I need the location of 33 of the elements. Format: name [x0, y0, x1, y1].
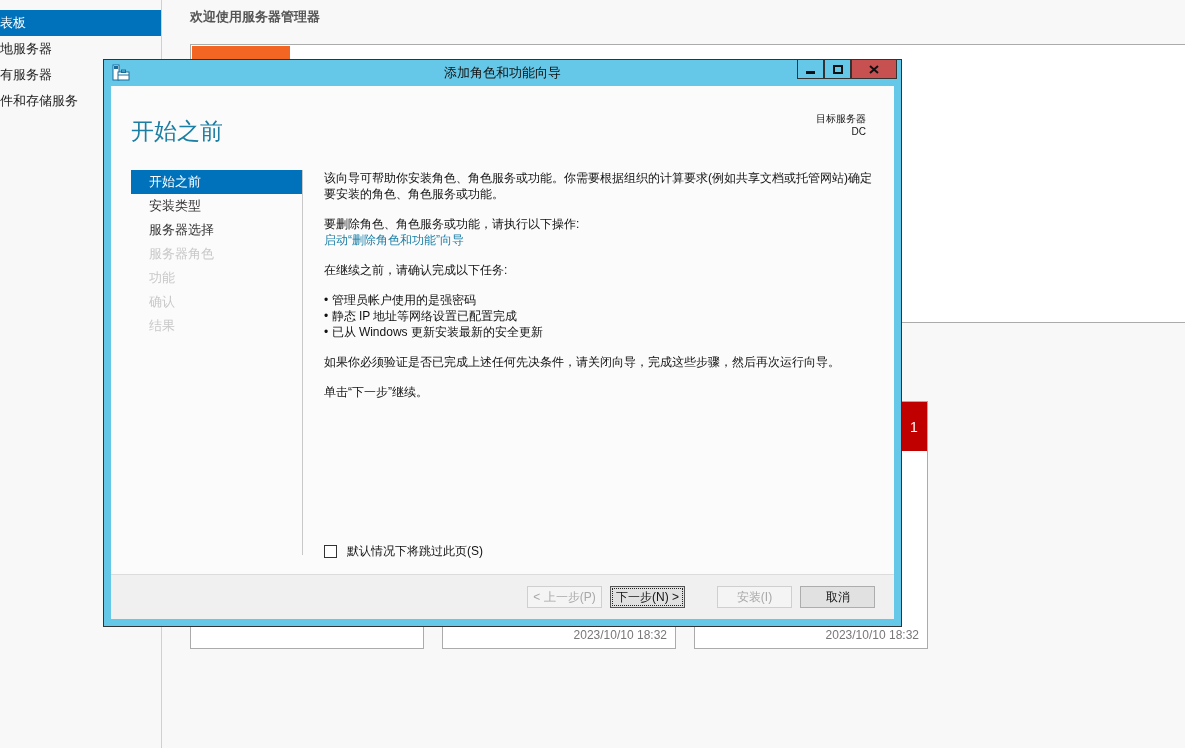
paragraph: 要删除角色、角色服务或功能，请执行以下操作:	[324, 216, 580, 232]
bullet-item: • 已从 Windows 更新安装最新的安全更新	[324, 324, 543, 340]
page-title: 欢迎使用服务器管理器	[190, 9, 320, 24]
wizard-step[interactable]: 服务器选择	[131, 218, 302, 242]
minimize-button[interactable]	[797, 60, 824, 79]
sidebar-item[interactable]: 地服务器	[0, 36, 161, 62]
page-heading: 开始之前	[131, 117, 223, 142]
wizard-button[interactable]: 取消	[800, 586, 875, 608]
alert-count-badge: 1	[901, 402, 927, 451]
paragraph: 单击“下一步”继续。	[324, 384, 428, 400]
server-briefcase-icon	[112, 64, 130, 82]
sidebar-item[interactable]: 表板	[0, 10, 161, 36]
paragraph: 如果你必须验证是否已完成上述任何先决条件，请关闭向导，完成这些步骤，然后再次运行向导。	[324, 354, 840, 370]
window-title: 添加角色和功能向导	[444, 65, 561, 80]
checkbox-label[interactable]: 默认情况下将跳过此页(S)	[347, 543, 483, 560]
minimize-icon	[806, 70, 815, 74]
target-server-label: 目标服务器	[816, 112, 866, 126]
remove-roles-link[interactable]: 启动“删除角色和功能”向导	[324, 232, 464, 248]
bullet-item: • 静态 IP 地址等网络设置已配置完成	[324, 308, 518, 324]
close-icon	[869, 64, 879, 74]
wizard-button[interactable]: 下一步(N) >	[610, 586, 685, 608]
target-server-name: DC	[850, 126, 866, 137]
paragraph: 该向导可帮助你安装角色、角色服务或功能。你需要根据组织的计算要求(例如共享文档或托管网站)确定要安装的角色、角色服务或功能。	[324, 170, 873, 202]
checkbox[interactable]	[324, 545, 337, 558]
wizard-step[interactable]: 安装类型	[131, 194, 302, 218]
maximize-button[interactable]	[824, 60, 851, 79]
maximize-icon	[832, 64, 843, 74]
timestamp: 2023/10/10 18:32	[573, 628, 668, 644]
close-button[interactable]	[851, 60, 897, 79]
paragraph: 在继续之前，请确认完成以下任务:	[324, 262, 508, 278]
bullet-item: • 管理员帐户使用的是强密码	[324, 292, 476, 308]
wizard-step[interactable]: 开始之前	[131, 170, 302, 194]
timestamp: 2023/10/10 18:32	[825, 628, 920, 644]
